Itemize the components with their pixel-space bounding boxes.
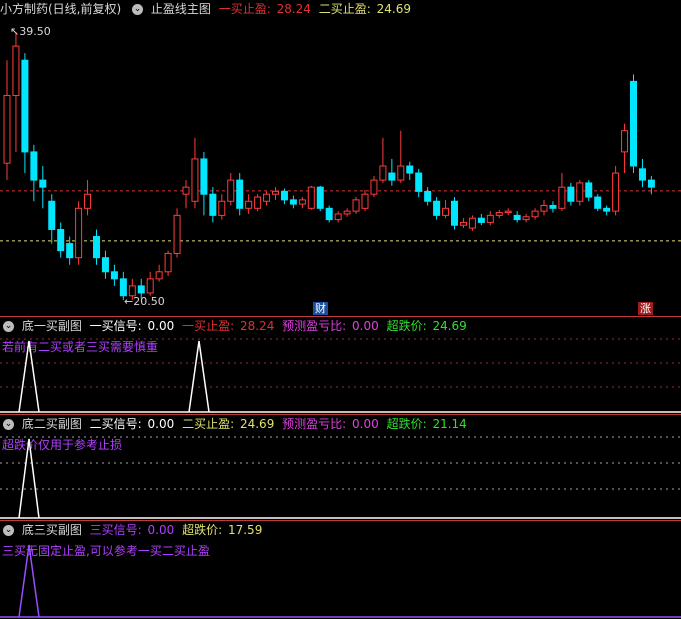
- candle-body: [119, 278, 127, 297]
- candle-body: [48, 200, 56, 230]
- sub3-panel[interactable]: ⌄ 底三买副图 三买信号: 0.00 超跌价: 17.59 三买无固定止盈,可以…: [0, 521, 681, 619]
- signal-spike: [18, 340, 40, 413]
- candle-body: [558, 186, 566, 209]
- signal-spike: [188, 340, 210, 413]
- candle-body: [406, 165, 414, 174]
- candle-body: [451, 200, 458, 226]
- candle-body: [468, 217, 476, 229]
- candle-body: [155, 271, 163, 280]
- candle-body: [486, 214, 494, 223]
- candle-body: [576, 182, 584, 202]
- sub2-panel[interactable]: ⌄ 底二买副图 二买信号: 0.00 二买止盈: 24.69 预测盈亏比: 0.…: [0, 415, 681, 520]
- candle-body: [504, 210, 512, 214]
- sub3-chart[interactable]: [0, 521, 681, 619]
- candle-body: [75, 207, 83, 259]
- candle-body: [343, 210, 351, 215]
- low-arrow-icon: ←: [124, 295, 134, 308]
- candle-body: [289, 199, 297, 205]
- candle-body: [57, 228, 65, 252]
- candle-body: [424, 190, 432, 202]
- candle-body: [612, 172, 620, 212]
- sub1-panel[interactable]: ⌄ 底一买副图 一买信号: 0.00 一买止盈: 28.24 预测盈亏比: 0.…: [0, 317, 681, 414]
- candle-body: [173, 214, 181, 254]
- candle-body: [164, 252, 172, 273]
- candle-body: [227, 179, 235, 202]
- candle-body: [585, 182, 593, 198]
- candle-body: [307, 186, 315, 209]
- candle-body: [433, 200, 441, 216]
- candle-body: [495, 212, 503, 216]
- candle-body: [254, 196, 262, 209]
- sub1-chart[interactable]: [0, 317, 681, 414]
- candle-body: [209, 193, 217, 216]
- sub2-chart[interactable]: [0, 415, 681, 520]
- candle-body: [379, 165, 387, 181]
- candle-body: [540, 204, 548, 212]
- candle-body: [245, 200, 253, 209]
- candle-body: [101, 257, 109, 273]
- candle-body: [325, 207, 333, 221]
- candle-body: [84, 193, 92, 209]
- candle-body: [110, 271, 118, 280]
- candle-body: [280, 190, 288, 201]
- candle-body: [603, 207, 611, 212]
- candle-body: [146, 278, 154, 294]
- candle-body: [397, 165, 405, 181]
- candle-body: [549, 204, 557, 209]
- candle-body: [459, 221, 467, 226]
- candle-body: [316, 186, 324, 209]
- signal-spike: [18, 438, 40, 519]
- candle-body: [415, 172, 423, 192]
- low-price-label: ←20.50: [124, 295, 165, 308]
- candle-body: [30, 151, 38, 181]
- candle-body: [352, 199, 360, 212]
- candle-body: [191, 158, 199, 202]
- candle-body: [200, 158, 208, 195]
- candle-body: [442, 207, 450, 216]
- candle-body: [3, 94, 11, 164]
- candle-body: [137, 285, 145, 294]
- signal-spike: [18, 544, 40, 618]
- candle-body: [513, 214, 521, 221]
- candle-body: [93, 236, 100, 259]
- candle-body: [218, 200, 226, 216]
- candle-body: [370, 179, 378, 195]
- candle-body: [567, 186, 575, 202]
- candle-body: [39, 179, 47, 188]
- candle-body: [272, 190, 279, 195]
- candle-body: [531, 210, 539, 218]
- candle-body: [182, 186, 190, 195]
- candle-body: [21, 59, 29, 153]
- candle-body: [630, 80, 637, 167]
- candle-body: [388, 172, 396, 181]
- candle-body: [263, 193, 271, 202]
- candle-body: [298, 199, 306, 205]
- candle-body: [638, 168, 646, 181]
- candlestick-chart[interactable]: [0, 0, 681, 316]
- candle-body: [236, 179, 244, 209]
- limit-up-badge[interactable]: 涨: [638, 302, 653, 315]
- candle-body: [594, 196, 602, 209]
- candle-body: [334, 213, 342, 221]
- candle-body: [621, 130, 629, 153]
- high-price-label: ↖39.50: [10, 25, 51, 38]
- high-arrow-icon: ↖: [10, 25, 20, 38]
- candle-body: [522, 216, 530, 221]
- candle-body: [647, 179, 655, 188]
- candle-body: [361, 193, 369, 209]
- finance-badge[interactable]: 财: [313, 302, 328, 315]
- main-chart-panel[interactable]: 小方制药(日线,前复权) ⌄ 止盈线主图 一买止盈: 28.24 二买止盈: 2…: [0, 0, 681, 316]
- candle-body: [66, 243, 74, 259]
- candle-body: [477, 217, 485, 223]
- candle-body: [12, 45, 20, 96]
